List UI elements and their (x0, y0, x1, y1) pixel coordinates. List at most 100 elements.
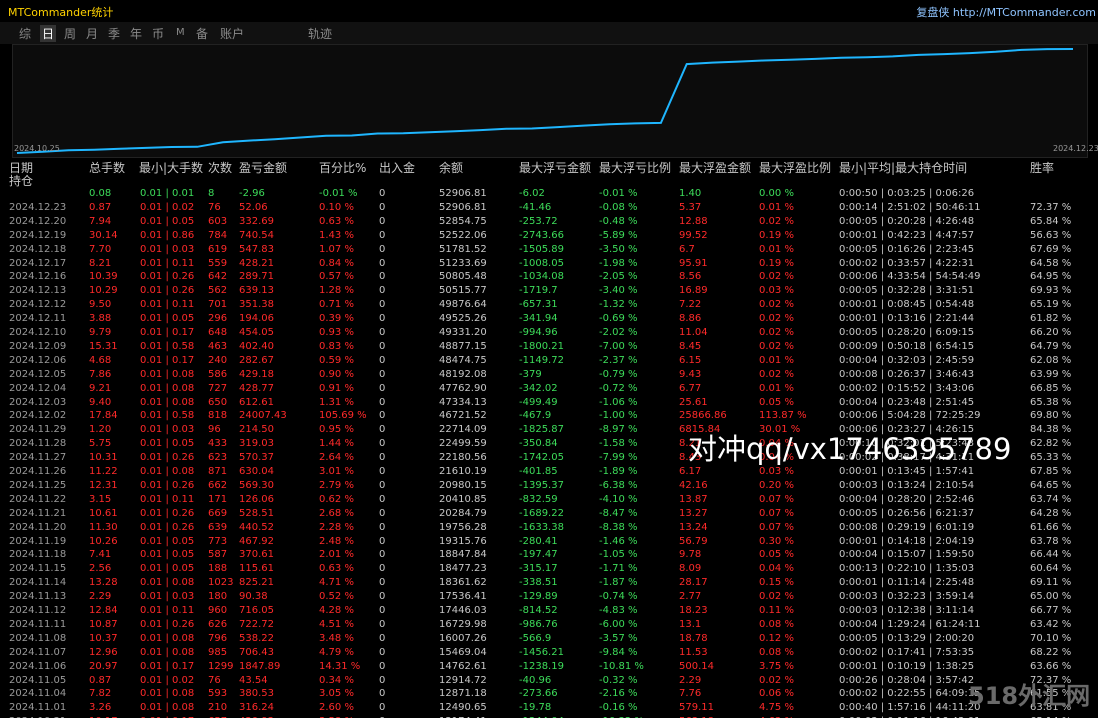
table-row[interactable]: 2024.12.20 7.94 0.01 | 0.05 603 332.69 0.63 %… (0, 215, 1098, 228)
cell-io: 0 (379, 688, 386, 700)
table-row[interactable]: 2024.11.07 12.96 0.01 | 0.08 985 706.43 4.79 … (0, 646, 1098, 659)
table-row[interactable]: 2024.12.12 9.50 0.01 | 0.11 701 351.38 0.71 %… (0, 298, 1098, 311)
tab-summary[interactable]: 综 (19, 25, 31, 42)
cell-winrate: 65.38 % (1030, 396, 1072, 408)
cell-pct: 0.52 % (319, 591, 354, 603)
cell-balance: 19315.76 (439, 535, 487, 547)
tab-month[interactable]: 月 (86, 25, 98, 42)
cell-io: 0 (379, 632, 386, 644)
cell-io: 0 (379, 660, 386, 672)
table-row[interactable]: 2024.12.06 4.68 0.01 | 0.17 240 282.67 0.59 %… (0, 354, 1098, 367)
table-row[interactable]: 2024.11.01 3.26 0.01 | 0.08 210 316.24 2.60 %… (0, 701, 1098, 714)
cell-hands: 11.22 (89, 466, 118, 477)
cell-winrate: 70.10 % (1030, 632, 1072, 644)
cell-date: 2024.12.10 (9, 327, 67, 338)
cell-max-float-loss: -379 (519, 368, 542, 380)
cell-max-float-loss: -1034.08 (519, 271, 564, 283)
tab-day[interactable]: 日 (40, 25, 57, 42)
table-row[interactable]: 2024.11.08 10.37 0.01 | 0.08 796 538.22 3.48 … (0, 632, 1098, 645)
cell-minmax: 0.01 | 0.11 (140, 257, 195, 269)
table-row[interactable]: 2024.11.05 0.87 0.01 | 0.02 76 43.54 0.34 % 0 1… (0, 674, 1098, 687)
cell-pl: 52.06 (239, 201, 268, 213)
cell-winrate: 65.84 % (1030, 215, 1072, 227)
cell-pl: 570.37 (239, 452, 274, 464)
table-row[interactable]: 2024.12.11 3.88 0.01 | 0.05 296 194.06 0.39 %… (0, 312, 1098, 325)
table-row[interactable]: 2024.11.06 20.97 0.01 | 0.17 1299 1847.89 14.… (0, 660, 1098, 673)
cell-date: 2024.11.26 (9, 466, 67, 477)
cell-date: 2024.12.18 (9, 243, 67, 255)
cell-max-float-loss: -499.49 (519, 396, 558, 408)
cell-hands: 10.39 (89, 271, 118, 283)
cell-max-float-loss-pct: -3.40 % (599, 285, 638, 297)
cell-hold-time: 0:00:04 | 0:23:48 | 2:51:45 (839, 396, 975, 408)
table-row[interactable]: 2024.12.13 10.29 0.01 | 0.26 562 639.13 1.28 … (0, 284, 1098, 297)
table-row[interactable]: 2024.11.12 12.84 0.01 | 0.11 960 716.05 4.28 … (0, 604, 1098, 617)
cell-balance: 16007.26 (439, 632, 487, 644)
table-row[interactable]: 2024.12.16 10.39 0.01 | 0.26 642 289.71 0.57 … (0, 270, 1098, 283)
cell-minmax: 0.01 | 0.86 (140, 229, 195, 241)
brand-link[interactable]: 复盘侠 http://MTCommander.com (916, 4, 1096, 20)
cell-balance: 20284.79 (439, 507, 487, 519)
cell-max-float-loss-pct: -1.58 % (599, 438, 638, 450)
tab-account[interactable]: 账户 (220, 25, 244, 42)
table-row[interactable]: 2024.11.21 10.61 0.01 | 0.26 669 528.51 2.68 … (0, 507, 1098, 520)
cell-io: 0 (379, 201, 386, 213)
cell-pl: 467.92 (239, 535, 274, 547)
cell-pct: 0.63 % (319, 563, 354, 575)
table-row[interactable]: 2024.12.03 9.40 0.01 | 0.08 650 612.61 1.31 %… (0, 396, 1098, 409)
cell-hold-time: 0:00:14 | 2:51:02 | 50:46:11 (839, 201, 981, 213)
table-row[interactable]: 2024.11.22 3.15 0.01 | 0.11 171 126.06 0.62 %… (0, 493, 1098, 506)
cell-hands: 17.84 (89, 410, 118, 422)
hold-row[interactable]: 0.08 0.01 | 0.01 8 -2.96 -0.01 % 0 52906.81 -6.… (0, 187, 1098, 200)
tab-year[interactable]: 年 (130, 25, 142, 42)
table-row[interactable]: 2024.11.15 2.56 0.01 | 0.05 188 115.61 0.63 %… (0, 562, 1098, 575)
table-row[interactable]: 2024.12.10 9.79 0.01 | 0.17 648 454.05 0.93 %… (0, 326, 1098, 339)
cell-max-float-loss-pct: -8.47 % (599, 507, 638, 519)
cell-hold-time: 0:00:03 | 0:13:24 | 2:10:54 (839, 479, 975, 491)
cell-hands: 10.26 (89, 535, 118, 547)
table-row[interactable]: 2024.12.09 15.31 0.01 | 0.58 463 402.40 0.83 … (0, 340, 1098, 353)
tab-week[interactable]: 周 (64, 25, 76, 42)
table-row[interactable]: 2024.12.19 30.14 0.01 | 0.86 784 740.54 1.43 … (0, 229, 1098, 242)
cell-date: 2024.12.23 (9, 201, 67, 213)
tab-quarter[interactable]: 季 (108, 25, 120, 42)
tab-note[interactable]: 备 (196, 25, 208, 42)
cell-pct: 0.59 % (319, 354, 354, 366)
cell-balance: 22714.09 (439, 424, 487, 436)
cell-max-float-loss: -338.51 (519, 577, 558, 589)
table-row[interactable]: 2024.11.14 13.28 0.01 | 0.08 1023 825.21 4.71… (0, 576, 1098, 589)
table-row[interactable]: 2024.11.20 11.30 0.01 | 0.26 639 440.52 2.28 … (0, 521, 1098, 534)
table-row[interactable]: 2024.11.13 2.29 0.01 | 0.03 180 90.38 0.52 % 0… (0, 590, 1098, 603)
tab-trajectory[interactable]: 轨迹 (308, 25, 332, 42)
cell-winrate: 61.66 % (1030, 521, 1072, 533)
table-row[interactable]: 2024.12.17 8.21 0.01 | 0.11 559 428.21 0.84 %… (0, 257, 1098, 270)
table-row[interactable]: 2024.12.23 0.87 0.01 | 0.02 76 52.06 0.10 % 0 5… (0, 201, 1098, 214)
table-row[interactable]: 2024.11.25 12.31 0.01 | 0.26 662 569.30 2.79 … (0, 479, 1098, 492)
table-row[interactable]: 2024.11.11 10.87 0.01 | 0.26 626 722.72 4.51 … (0, 618, 1098, 631)
cell-max-float-loss-pct: -1.00 % (599, 410, 638, 422)
table-row[interactable]: 2024.11.18 7.41 0.01 | 0.05 587 370.61 2.01 %… (0, 548, 1098, 561)
table-row[interactable]: 2024.12.18 7.70 0.01 | 0.03 619 547.83 1.07 %… (0, 243, 1098, 256)
cell-pct: 0.63 % (319, 215, 354, 227)
cell-max-float-loss: -1456.21 (519, 646, 564, 658)
cell-max-float-loss-pct: -8.38 % (599, 521, 638, 533)
cell-count: 587 (208, 549, 228, 561)
cell-pl: 282.67 (239, 354, 274, 366)
cell-minmax: 0.01 | 0.02 (140, 201, 195, 213)
cell-date: 2024.11.07 (9, 646, 67, 658)
cell-balance: 48474.75 (439, 354, 487, 366)
cell-minmax: 0.01 | 0.05 (140, 549, 195, 561)
tab-m[interactable]: M (176, 27, 185, 38)
cell-io: 0 (379, 188, 386, 199)
table-row[interactable]: 2024.12.04 9.21 0.01 | 0.08 727 428.77 0.91 %… (0, 382, 1098, 395)
cell-minmax: 0.01 | 0.26 (140, 521, 195, 533)
tab-currency[interactable]: 币 (152, 25, 164, 42)
table-row[interactable]: 2024.11.19 10.26 0.01 | 0.05 773 467.92 2.48 … (0, 535, 1098, 548)
table-row[interactable]: 2024.12.05 7.86 0.01 | 0.08 586 429.18 0.90 %… (0, 368, 1098, 381)
cell-pct: 2.60 % (319, 702, 354, 714)
cell-winrate: 61.82 % (1030, 313, 1072, 325)
cell-winrate: 64.28 % (1030, 507, 1072, 519)
table-row[interactable]: 2024.11.04 7.82 0.01 | 0.08 593 380.53 3.05 %… (0, 687, 1098, 700)
table-row[interactable]: 2024.12.02 17.84 0.01 | 0.58 818 24007.43 105… (0, 409, 1098, 422)
cell-hold-time: 0:00:03 | 0:12:38 | 3:11:14 (839, 605, 975, 616)
